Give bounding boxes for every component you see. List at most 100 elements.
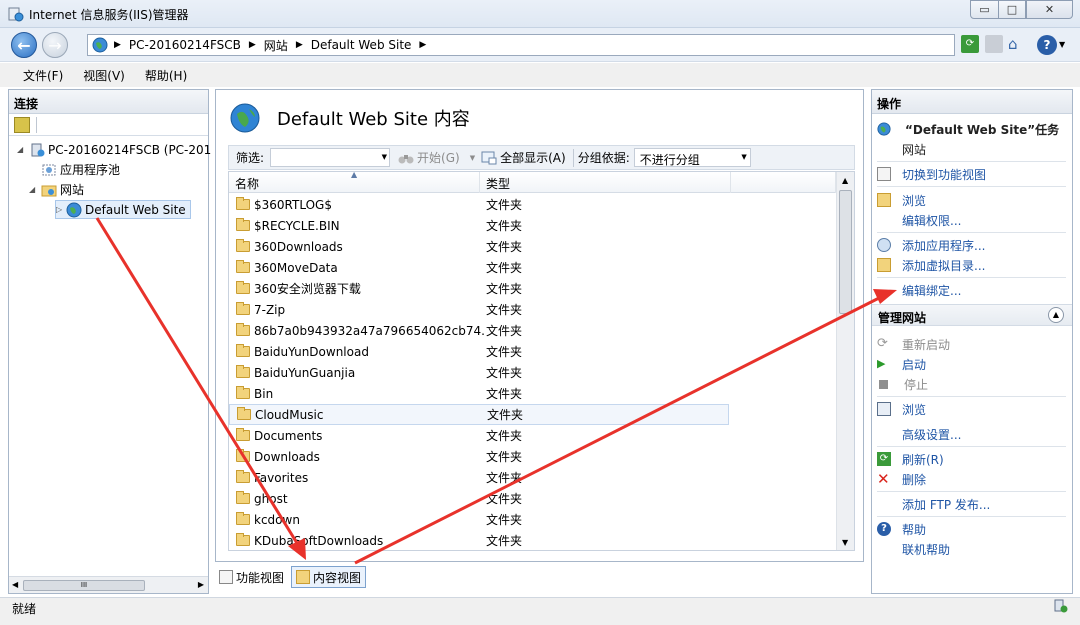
- list-item[interactable]: BaiduYunDownload 文件夹: [229, 341, 729, 362]
- vertical-scrollbar[interactable]: ▲ ▼: [836, 172, 854, 550]
- item-type: 文件夹: [486, 282, 523, 296]
- title-bar: Internet 信息服务(IIS)管理器 ▭ □ ✕: [0, 0, 1080, 28]
- start-filter-button[interactable]: 开始(G) ▼: [398, 149, 475, 166]
- column-header-empty: [731, 172, 836, 193]
- maximize-button[interactable]: □: [998, 0, 1026, 19]
- item-name: 360MoveData: [254, 260, 338, 275]
- tree-collapse-icon[interactable]: ◢: [17, 145, 29, 154]
- advanced-settings-link[interactable]: 高级设置...: [902, 425, 961, 443]
- folder-icon: [236, 512, 250, 525]
- horizontal-scrollbar[interactable]: ◀ III ▶: [9, 576, 208, 593]
- start-link[interactable]: ▶ 启动: [877, 355, 926, 373]
- show-all-button[interactable]: 全部显示(A): [481, 149, 566, 166]
- site-task-subtitle: 网站: [902, 142, 927, 157]
- list-item[interactable]: 7-Zip 文件夹: [229, 299, 729, 320]
- add-ftp-publishing-link[interactable]: 添加 FTP 发布...: [902, 495, 990, 513]
- back-button[interactable]: ←: [11, 32, 37, 58]
- restart-link[interactable]: ⟳ 重新启动: [877, 335, 950, 353]
- list-item[interactable]: KDubaSoftDownloads 文件夹: [229, 530, 729, 550]
- list-item[interactable]: BaiduYunGuanjia 文件夹: [229, 362, 729, 383]
- divider: [877, 491, 1066, 492]
- stop-link[interactable]: 停止: [877, 375, 928, 393]
- list-item[interactable]: 360安全浏览器下载 文件夹: [229, 278, 729, 299]
- forward-button[interactable]: →: [42, 32, 68, 58]
- collapse-icon[interactable]: ▲: [1048, 307, 1064, 323]
- breadcrumb-site[interactable]: Default Web Site: [311, 38, 412, 52]
- add-application-link[interactable]: 添加应用程序...: [877, 236, 985, 254]
- list-item[interactable]: Documents 文件夹: [229, 425, 729, 446]
- folder-icon: [236, 386, 250, 399]
- delete-icon: ✕: [877, 470, 890, 488]
- tree-expand-icon[interactable]: ▷: [56, 205, 66, 214]
- list-item[interactable]: Bin 文件夹: [229, 383, 729, 404]
- server-status-icon: [1054, 599, 1068, 613]
- add-virtual-directory-link[interactable]: 添加虚拟目录...: [877, 256, 985, 274]
- tree-collapse-icon[interactable]: ◢: [29, 185, 41, 194]
- help-icon: ?: [877, 522, 891, 536]
- list-item[interactable]: Favorites 文件夹: [229, 467, 729, 488]
- item-name: 86b7a0b943932a47a796654062cb74...: [254, 323, 484, 338]
- scroll-thumb[interactable]: III: [23, 580, 145, 591]
- list-item[interactable]: CloudMusic 文件夹: [229, 404, 729, 425]
- item-name: CloudMusic: [255, 407, 324, 422]
- item-name: 360Downloads: [254, 239, 343, 254]
- close-button[interactable]: ✕: [1026, 0, 1073, 19]
- content-view-icon: [296, 570, 311, 584]
- address-bar[interactable]: ▶ PC-20160214FSCB ▶ 网站 ▶ Default Web Sit…: [87, 34, 955, 56]
- tree-sites[interactable]: ◢ 网站: [29, 180, 84, 199]
- tree-app-pools[interactable]: 应用程序池: [41, 160, 120, 179]
- scroll-up-icon[interactable]: ▲: [842, 176, 848, 185]
- browse-site-link[interactable]: 浏览: [877, 400, 926, 418]
- toolbar-separator: [36, 117, 37, 133]
- folder-icon: [236, 428, 250, 441]
- item-name: Bin: [254, 386, 274, 401]
- list-item[interactable]: 360MoveData 文件夹: [229, 257, 729, 278]
- edit-bindings-link[interactable]: 编辑绑定...: [902, 281, 961, 299]
- content-title: Default Web Site 内容: [230, 103, 470, 133]
- scroll-left-icon[interactable]: ◀: [12, 580, 18, 589]
- folder-icon: [236, 218, 250, 231]
- refresh-link[interactable]: ⟳ 刷新(R): [877, 450, 944, 468]
- menu-help[interactable]: 帮助(H): [145, 67, 187, 84]
- switch-to-feature-view-link[interactable]: 切换到功能视图: [877, 165, 986, 183]
- item-name: $360RTLOG$: [254, 197, 332, 212]
- list-item[interactable]: kcdown 文件夹: [229, 509, 729, 530]
- item-type: 文件夹: [486, 240, 523, 254]
- menu-file[interactable]: 文件(F): [23, 67, 63, 84]
- refresh-icon[interactable]: ⟳: [961, 35, 979, 53]
- edit-permissions-link[interactable]: 编辑权限...: [902, 211, 961, 229]
- online-help-link[interactable]: 联机帮助: [902, 540, 950, 558]
- minimize-button[interactable]: ▭: [970, 0, 999, 19]
- list-item[interactable]: ghost 文件夹: [229, 488, 729, 509]
- list-item[interactable]: 360Downloads 文件夹: [229, 236, 729, 257]
- stop-icon[interactable]: [985, 35, 1003, 53]
- list-item[interactable]: $RECYCLE.BIN 文件夹: [229, 215, 729, 236]
- breadcrumb-server[interactable]: PC-20160214FSCB: [129, 38, 241, 52]
- column-header-type[interactable]: 类型: [480, 172, 731, 193]
- connect-icon[interactable]: [14, 117, 30, 133]
- column-header-name[interactable]: 名称 ▲: [229, 172, 480, 193]
- scroll-thumb[interactable]: [839, 190, 852, 314]
- list-item[interactable]: Downloads 文件夹: [229, 446, 729, 467]
- breadcrumb-sites[interactable]: 网站: [264, 37, 288, 54]
- menu-view[interactable]: 视图(V): [83, 67, 125, 84]
- home-icon[interactable]: ⌂: [1008, 35, 1026, 53]
- site-task-title: “Default Web Site”任务: [877, 120, 1059, 138]
- tab-content-view[interactable]: 内容视图: [291, 566, 367, 588]
- tree-default-web-site[interactable]: ▷ Default Web Site: [55, 200, 191, 219]
- back-arrow-icon: ←: [17, 35, 31, 55]
- scroll-right-icon[interactable]: ▶: [198, 580, 204, 589]
- chevron-down-icon[interactable]: ▼: [1059, 40, 1065, 49]
- filter-input[interactable]: [270, 148, 391, 167]
- group-by-select[interactable]: 不进行分组: [633, 148, 751, 167]
- delete-link[interactable]: ✕ 删除: [877, 470, 926, 488]
- scroll-down-icon[interactable]: ▼: [842, 538, 848, 547]
- help-icon[interactable]: ?: [1037, 35, 1057, 55]
- browse-link[interactable]: 浏览: [877, 191, 926, 209]
- item-name: Favorites: [254, 470, 309, 485]
- tree-server[interactable]: ◢ PC-20160214FSCB (PC-201: [17, 140, 211, 159]
- tab-features-view[interactable]: 功能视图: [215, 566, 288, 588]
- help-link[interactable]: ? 帮助: [877, 520, 926, 538]
- list-item[interactable]: $360RTLOG$ 文件夹: [229, 194, 729, 215]
- list-item[interactable]: 86b7a0b943932a47a796654062cb74... 文件夹: [229, 320, 729, 341]
